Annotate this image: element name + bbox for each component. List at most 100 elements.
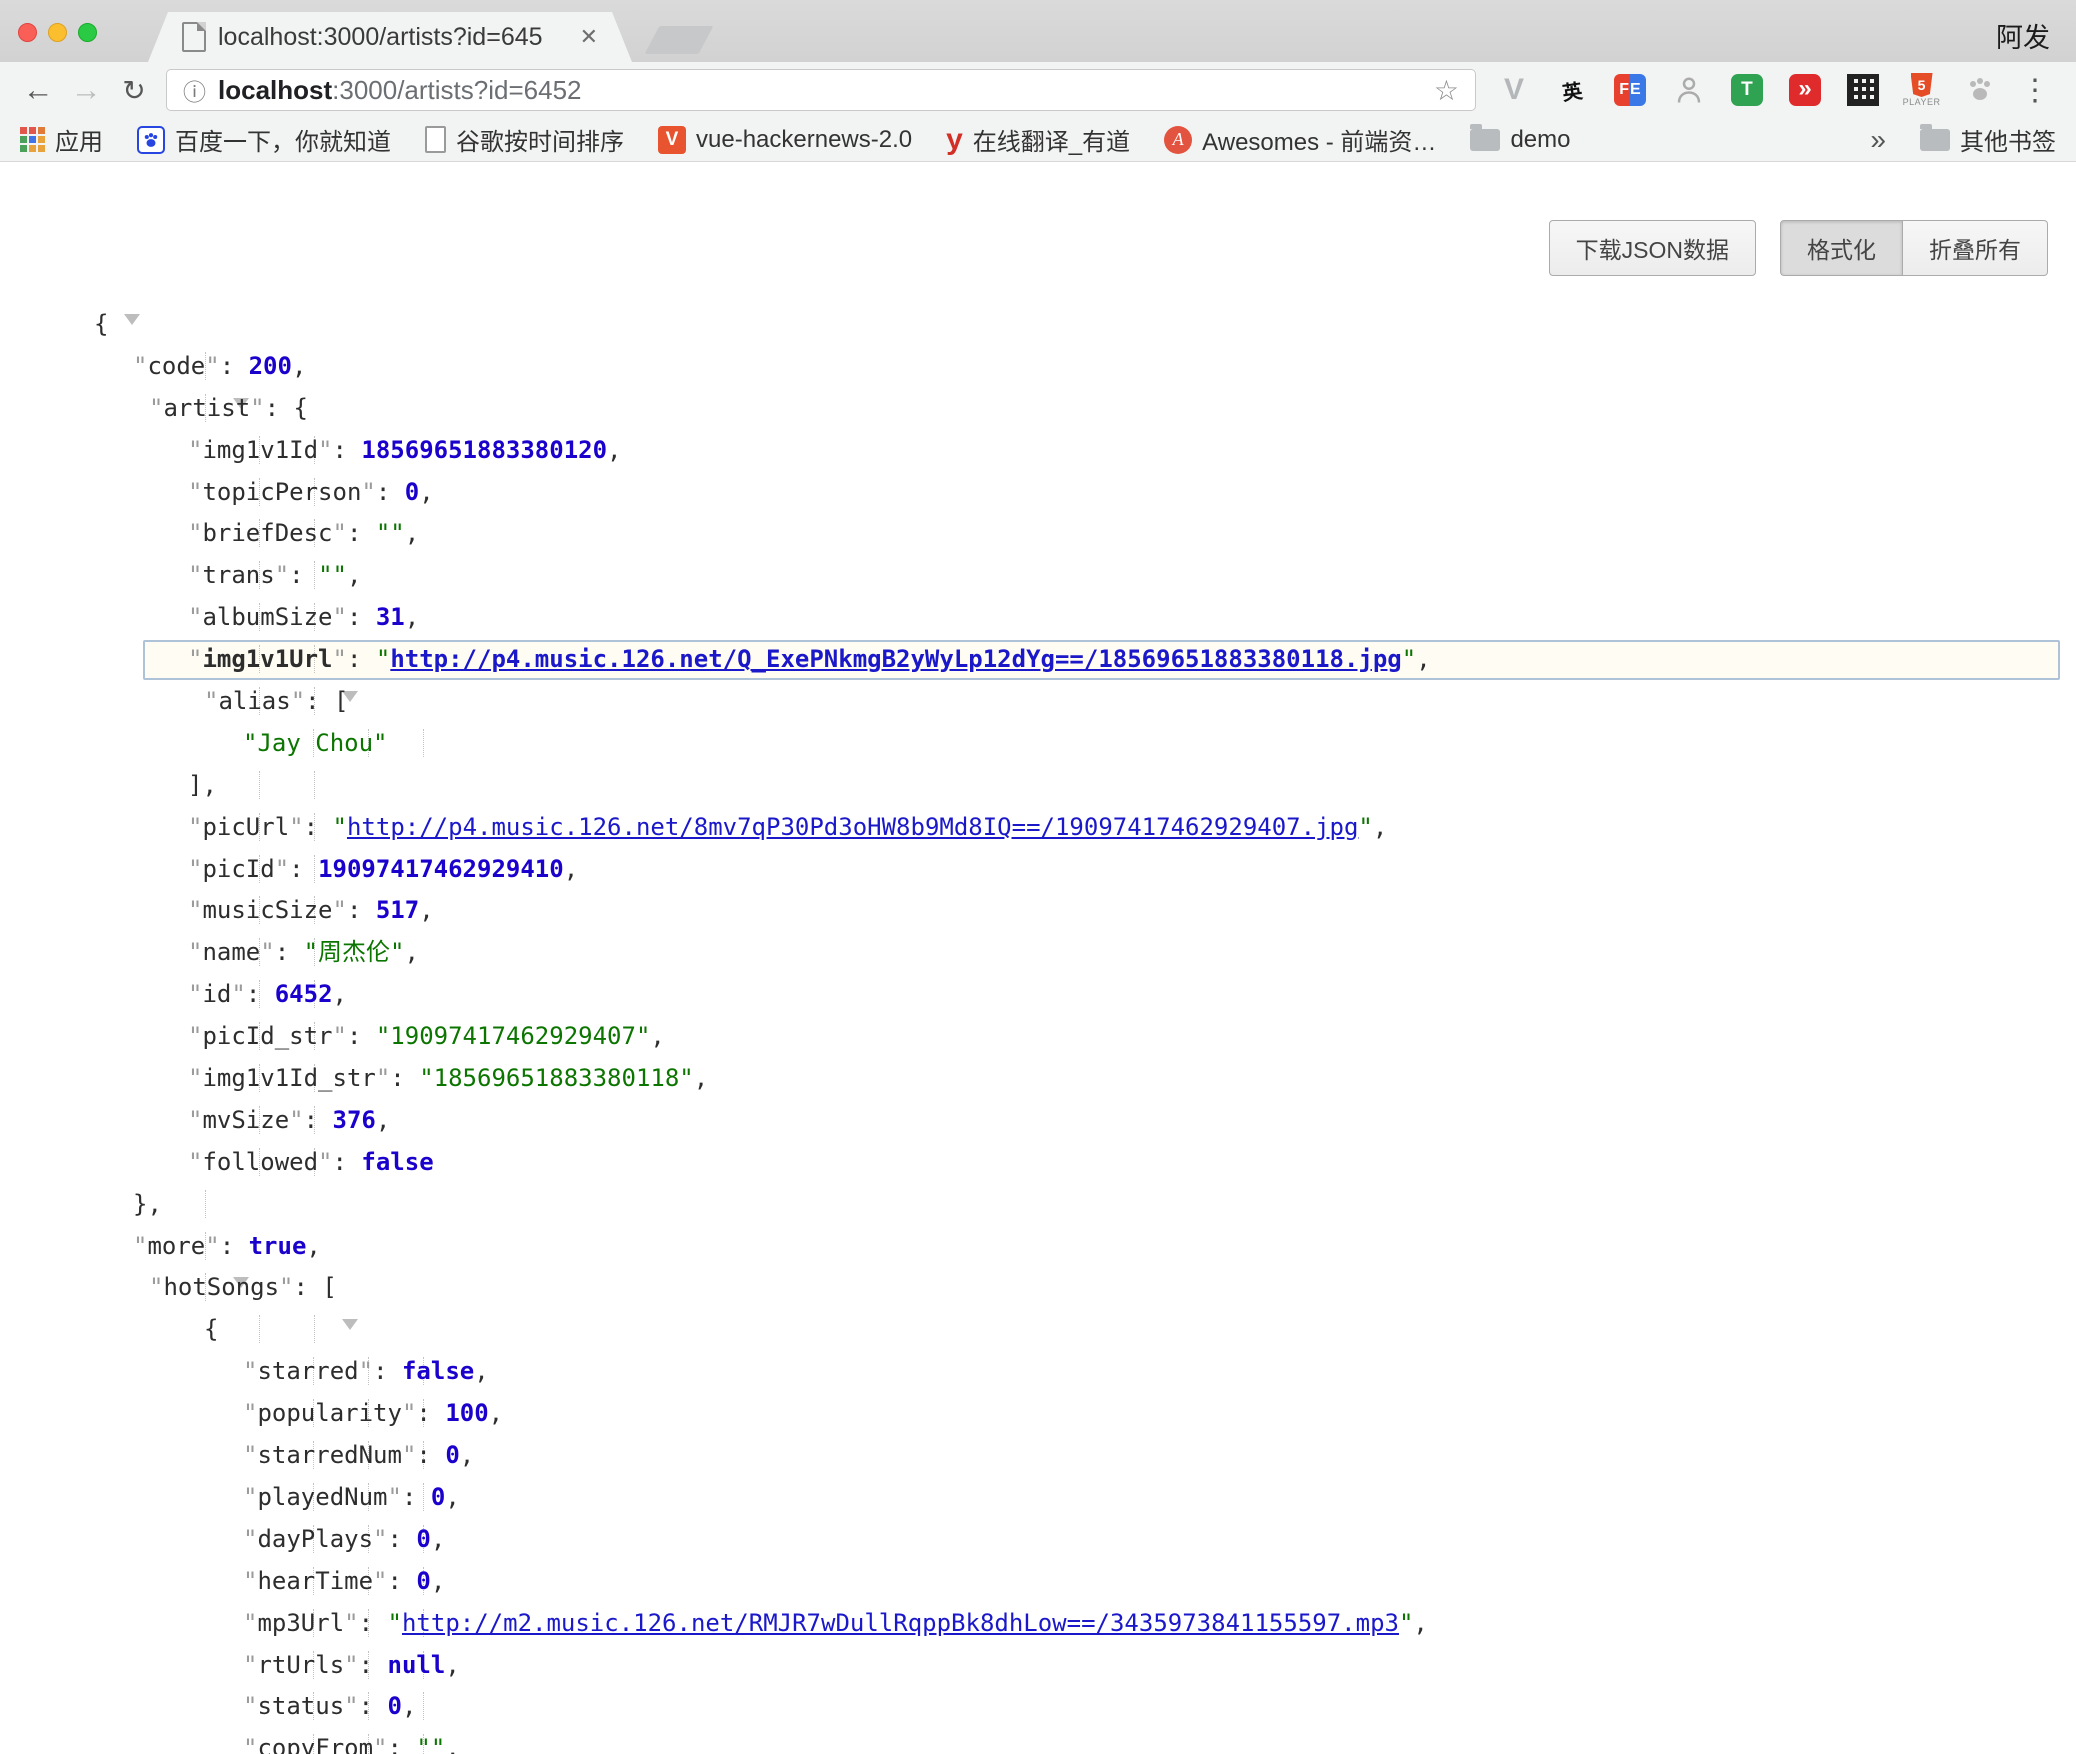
indent-guide: [205, 1190, 206, 1218]
json-link[interactable]: http://p4.music.126.net/8mv7qP30Pd3oHW8b…: [347, 813, 1358, 841]
other-bookmarks-folder[interactable]: 其他书签: [1920, 122, 2056, 157]
close-window-button[interactable]: [18, 23, 37, 42]
bookmark-baidu[interactable]: 百度一下，你就知道: [137, 122, 391, 157]
indent-guide: [259, 1315, 260, 1343]
bookmark-vue-hackernews[interactable]: V vue-hackernews-2.0: [658, 126, 912, 154]
json-token: :: [333, 1148, 362, 1176]
html5-player-icon[interactable]: 5 PLAYER: [1904, 72, 1940, 108]
json-line: {: [0, 304, 2076, 346]
json-token: false: [402, 1357, 474, 1385]
youdao-y-icon: y: [946, 125, 963, 155]
json-token: ,: [460, 1441, 474, 1469]
paw-extension-icon[interactable]: [1962, 72, 1998, 108]
json-token: "19097417462929407": [376, 1022, 651, 1050]
json-token: ": [243, 1399, 257, 1427]
json-token: status: [257, 1692, 344, 1720]
json-token: ,: [1416, 645, 1430, 673]
collapse-arrow-icon[interactable]: [124, 314, 140, 353]
json-line: "status": 0,: [0, 1686, 2076, 1728]
json-token: ": [243, 1525, 257, 1553]
json-token: 200: [249, 352, 292, 380]
zoom-window-button[interactable]: [78, 23, 97, 42]
json-token: ": [243, 1357, 257, 1385]
json-token: ": [205, 1232, 219, 1260]
browser-tab[interactable]: localhost:3000/artists?id=645 ✕: [148, 12, 632, 62]
bookmark-demo-folder[interactable]: demo: [1470, 126, 1570, 154]
page-info-icon[interactable]: ⓘ: [183, 73, 206, 107]
json-line: "alias": [: [0, 681, 2076, 723]
browser-menu-icon[interactable]: ⋮: [2020, 73, 2050, 108]
address-bar[interactable]: ⓘ localhost:3000/artists?id=6452 ☆: [166, 69, 1476, 111]
json-line: "picUrl": "http://p4.music.126.net/8mv7q…: [0, 807, 2076, 849]
json-token: briefDesc: [202, 519, 332, 547]
minimize-window-button[interactable]: [48, 23, 67, 42]
collapse-arrow-icon[interactable]: [342, 1319, 358, 1358]
json-token: ,: [333, 980, 347, 1008]
json-token: ,: [292, 352, 306, 380]
json-token: ": [333, 1022, 347, 1050]
reload-button[interactable]: ↻: [110, 74, 158, 107]
json-line: "img1v1Id_str": "18569651883380118",: [0, 1058, 2076, 1100]
vue-devtools-icon[interactable]: V: [1496, 72, 1532, 108]
qr-code-icon[interactable]: [1845, 72, 1881, 108]
json-token: ,: [445, 1483, 459, 1511]
json-token: picId_str: [202, 1022, 332, 1050]
tampermonkey-icon[interactable]: T: [1729, 72, 1765, 108]
json-link[interactable]: http://m2.music.126.net/RMJR7wDullRqppBk…: [402, 1609, 1399, 1637]
bookmark-awesomes[interactable]: A Awesomes - 前端资…: [1164, 122, 1436, 157]
bookmarks-overflow-icon[interactable]: »: [1870, 124, 1886, 156]
json-token: picUrl: [202, 813, 289, 841]
json-token: ": [359, 1357, 373, 1385]
page-icon: [425, 126, 446, 153]
json-token: ,: [607, 436, 621, 464]
bookmark-youdao[interactable]: y 在线翻译_有道: [946, 122, 1130, 157]
json-token: ": [376, 1064, 390, 1092]
json-line: "albumSize": 31,: [0, 597, 2076, 639]
bookmark-apps[interactable]: 应用: [20, 122, 103, 157]
json-token: hearTime: [257, 1567, 373, 1595]
awesomes-icon: A: [1164, 126, 1192, 154]
json-token: 517: [376, 896, 419, 924]
bookmarks-bar: 应用 百度一下，你就知道 谷歌按时间排序 V vue-hackernews-2.…: [0, 118, 2076, 162]
json-token: ,: [1373, 813, 1387, 841]
json-line: "musicSize": 517,: [0, 890, 2076, 932]
json-token: ": [289, 1106, 303, 1134]
json-token: ": [260, 938, 274, 966]
new-tab-button[interactable]: [645, 26, 714, 54]
json-token: code: [147, 352, 205, 380]
folder-icon: [1920, 129, 1950, 151]
fe-extension-icon[interactable]: FE: [1612, 72, 1648, 108]
video-fastforward-icon[interactable]: »: [1787, 72, 1823, 108]
back-button[interactable]: ←: [14, 72, 62, 108]
person-extension-icon[interactable]: [1671, 72, 1707, 108]
extension-icons: V 英 FE T » 5 PLAYER ⋮: [1476, 72, 2062, 108]
json-token: ": [188, 896, 202, 924]
json-token: ": [275, 855, 289, 883]
json-line: ],: [0, 765, 2076, 807]
json-token: dayPlays: [257, 1525, 373, 1553]
indent-guide: [259, 771, 260, 799]
json-token: :: [220, 1232, 249, 1260]
json-token: ,: [405, 938, 419, 966]
youdao-translate-icon[interactable]: 英: [1552, 70, 1593, 111]
json-line: "starred": false,: [0, 1351, 2076, 1393]
indent-guide: [423, 729, 424, 757]
bookmark-star-icon[interactable]: ☆: [1434, 74, 1459, 107]
json-token: "18569651883380118": [419, 1064, 694, 1092]
profile-name[interactable]: 阿发: [1996, 16, 2050, 55]
json-token: ": [376, 645, 390, 673]
json-token: ": [333, 813, 347, 841]
json-link[interactable]: http://p4.music.126.net/Q_ExePNkmgB2yWyL…: [390, 645, 1401, 673]
bookmark-google-sort[interactable]: 谷歌按时间排序: [425, 122, 624, 157]
json-token: ,: [347, 561, 361, 589]
json-line: "dayPlays": 0,: [0, 1519, 2076, 1561]
json-token: null: [388, 1651, 446, 1679]
forward-button[interactable]: →: [62, 72, 110, 108]
json-token: ": [333, 896, 347, 924]
json-token: true: [249, 1232, 307, 1260]
json-line: "more": true,: [0, 1226, 2076, 1268]
page-content: 下载JSON数据 格式化 折叠所有 {"code": 200,"artist":…: [0, 162, 2076, 1754]
json-token: ": [373, 1567, 387, 1595]
tab-close-icon[interactable]: ✕: [580, 24, 598, 50]
url-host: localhost: [218, 75, 332, 105]
